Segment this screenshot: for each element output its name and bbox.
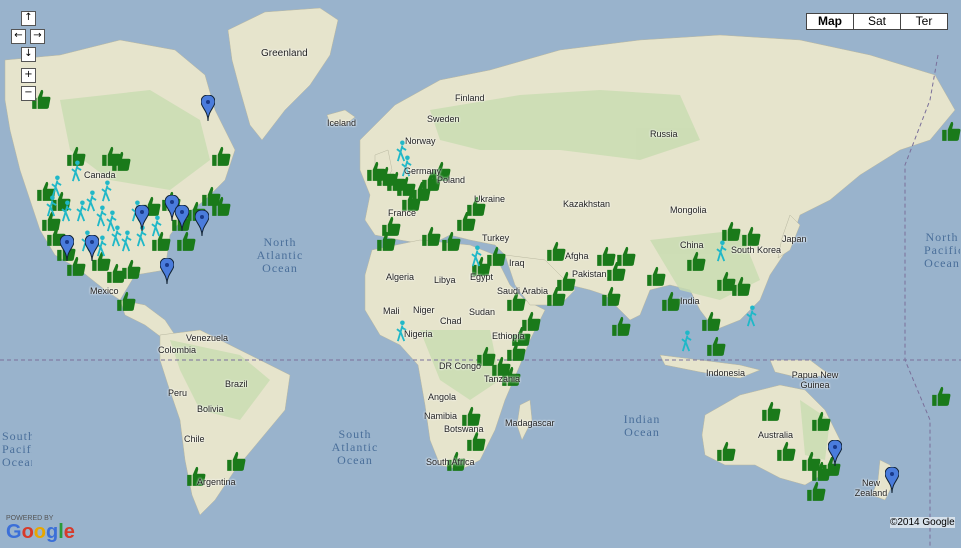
pan-down-button[interactable]: ↓ — [21, 47, 36, 62]
google-logo[interactable]: POWERED BY Google — [6, 515, 75, 542]
map-type-map-button[interactable]: Map — [807, 14, 853, 29]
map-type-control: Map Sat Ter — [806, 13, 948, 30]
pan-up-button[interactable]: ↑ — [21, 11, 36, 26]
map-type-ter-button[interactable]: Ter — [900, 14, 947, 29]
world-map[interactable]: Greenland Iceland Finland Sweden Norway … — [0, 0, 961, 548]
zoom-in-button[interactable]: + — [21, 68, 36, 83]
brand-letter-o2: o — [33, 521, 46, 543]
copyright-text: ©2014 Google — [890, 517, 955, 528]
brand-letter-e: e — [63, 521, 75, 543]
map-canvas[interactable] — [0, 0, 961, 548]
pan-right-button[interactable]: → — [30, 29, 45, 44]
brand-letter-g2: g — [46, 521, 59, 543]
pan-left-button[interactable]: ← — [11, 29, 26, 44]
zoom-out-button[interactable]: − — [21, 86, 36, 101]
brand-letter-g: G — [6, 521, 22, 543]
google-brand-text: Google — [6, 522, 75, 542]
brand-letter-o1: o — [21, 521, 34, 543]
map-type-sat-button[interactable]: Sat — [853, 14, 900, 29]
